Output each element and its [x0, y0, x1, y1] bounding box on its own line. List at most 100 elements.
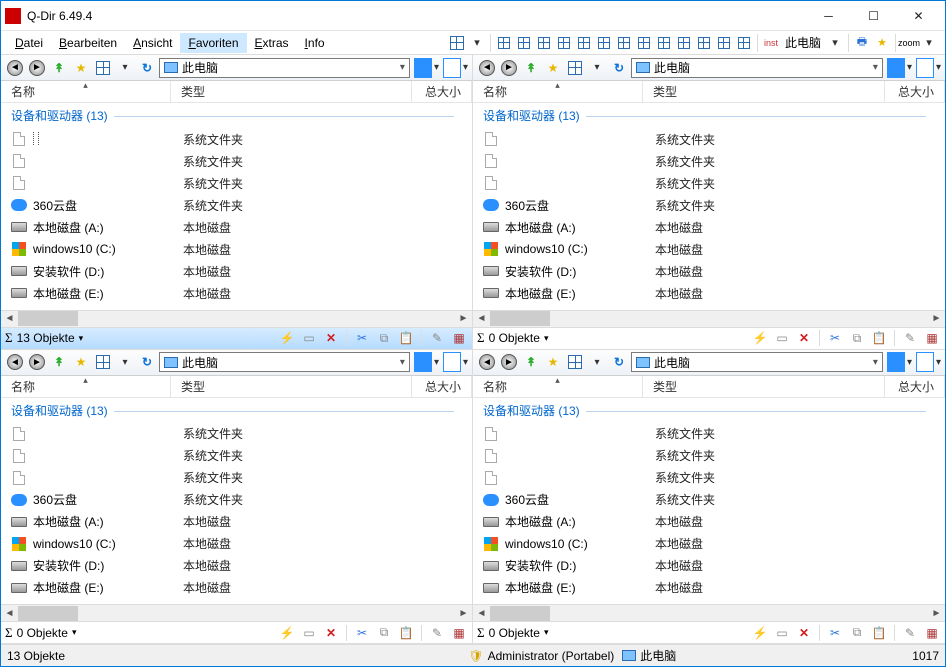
dropdown-icon[interactable]: ▾ [920, 34, 938, 52]
layout-preset-icon[interactable] [595, 34, 613, 52]
file-list[interactable]: 设备和驱动器 (13)系统文件夹系统文件夹系统文件夹360云盘系统文件夹本地磁盘… [473, 398, 945, 605]
list-item[interactable]: 系统文件夹 [1, 423, 472, 445]
dropdown-icon[interactable]: ▾ [463, 62, 468, 73]
dropdown-icon[interactable]: ▾ [72, 627, 77, 638]
scroll-left-icon[interactable]: ◄ [473, 311, 490, 326]
list-item[interactable]: 安装软件 (D:)本地磁盘 [1, 260, 472, 282]
nav-up-button[interactable]: ↟ [521, 58, 541, 78]
file-list[interactable]: 设备和驱动器 (13)系统文件夹系统文件夹系统文件夹360云盘系统文件夹本地磁盘… [1, 398, 472, 605]
col-type[interactable]: 类型 [643, 81, 885, 102]
nav-back-button[interactable]: ◄ [5, 352, 25, 372]
menu-ansicht[interactable]: Ansicht [125, 33, 180, 53]
copy-icon[interactable]: ⧉ [848, 329, 866, 347]
nav-back-button[interactable]: ◄ [477, 58, 497, 78]
scroll-right-icon[interactable]: ► [928, 311, 945, 326]
nav-up-button[interactable]: ↟ [49, 352, 69, 372]
h-scrollbar[interactable]: ◄► [1, 310, 472, 327]
layout-preset-icon[interactable] [535, 34, 553, 52]
copy-icon[interactable]: ⧉ [848, 624, 866, 642]
paste-icon[interactable]: 📋 [870, 624, 888, 642]
view-mode-1[interactable] [412, 58, 432, 78]
favorites-button[interactable]: ★ [543, 352, 563, 372]
grid-icon[interactable]: ▦ [923, 624, 941, 642]
view-mode-1[interactable] [885, 352, 905, 372]
copy-icon[interactable]: ⧉ [375, 624, 393, 642]
address-bar[interactable]: 此电脑▾ [159, 352, 410, 372]
menubar-location[interactable]: 此电脑 [781, 34, 825, 51]
flash-icon[interactable]: ⚡ [278, 624, 296, 642]
scroll-left-icon[interactable]: ◄ [473, 606, 490, 621]
menu-bearbeiten[interactable]: Bearbeiten [51, 33, 125, 53]
list-item[interactable]: 安装软件 (D:)本地磁盘 [1, 555, 472, 577]
chevron-down-icon[interactable]: ▾ [400, 357, 405, 368]
col-type[interactable]: 类型 [643, 376, 885, 397]
list-item[interactable]: 系统文件夹 [473, 423, 945, 445]
maximize-button[interactable]: ☐ [851, 2, 896, 30]
scroll-right-icon[interactable]: ► [928, 606, 945, 621]
view-mode-1[interactable] [412, 352, 432, 372]
address-bar[interactable]: 此电脑▾ [631, 58, 883, 78]
view-dropdown-icon[interactable]: ▾ [587, 352, 607, 372]
group-header[interactable]: 设备和驱动器 (13) [1, 105, 472, 128]
list-item[interactable]: 系统文件夹 [473, 150, 945, 172]
nav-back-button[interactable]: ◄ [477, 352, 497, 372]
zoom-icon[interactable]: zoom [900, 34, 918, 52]
edit-icon[interactable]: ✎ [428, 624, 446, 642]
view-layout-button[interactable] [93, 58, 113, 78]
menu-datei[interactable]: Datei [7, 33, 51, 53]
group-header[interactable]: 设备和驱动器 (13) [473, 400, 945, 423]
list-item[interactable]: windows10 (C:)本地磁盘 [1, 238, 472, 260]
print-icon[interactable]: 🖶 [853, 34, 871, 52]
address-bar[interactable]: 此电脑▾ [159, 58, 410, 78]
nav-up-button[interactable]: ↟ [521, 352, 541, 372]
dropdown-icon[interactable]: ▾ [463, 357, 468, 368]
copy-icon[interactable]: ⧉ [375, 329, 393, 347]
cut-icon[interactable]: ✂ [826, 624, 844, 642]
dropdown-icon[interactable]: ▾ [936, 357, 941, 368]
chevron-down-icon[interactable]: ▾ [873, 357, 878, 368]
col-size[interactable]: 总大小 [412, 376, 472, 397]
view-mode-1[interactable] [885, 58, 905, 78]
folder-icon[interactable]: ▭ [300, 329, 318, 347]
delete-icon[interactable]: ✕ [322, 329, 340, 347]
col-name[interactable]: ▴名称 [473, 376, 643, 397]
group-header[interactable]: 设备和驱动器 (13) [473, 105, 945, 128]
dropdown-icon[interactable]: ▾ [79, 333, 84, 344]
h-scrollbar[interactable]: ◄► [473, 604, 945, 621]
nav-up-button[interactable]: ↟ [49, 58, 69, 78]
favorites-button[interactable]: ★ [71, 58, 91, 78]
layout-preset-icon[interactable] [635, 34, 653, 52]
cut-icon[interactable]: ✂ [353, 329, 371, 347]
minimize-button[interactable]: ─ [806, 2, 851, 30]
list-item[interactable]: 系统文件夹 [1, 445, 472, 467]
col-size[interactable]: 总大小 [885, 376, 945, 397]
view-layout-button[interactable] [93, 352, 113, 372]
refresh-button[interactable]: ↻ [137, 58, 157, 78]
view-mode-2[interactable] [914, 58, 934, 78]
layout-preset-icon[interactable] [695, 34, 713, 52]
address-bar[interactable]: 此电脑▾ [631, 352, 883, 372]
view-dropdown-icon[interactable]: ▾ [115, 352, 135, 372]
dropdown-icon[interactable]: ▾ [434, 357, 439, 368]
view-mode-2[interactable] [441, 352, 461, 372]
flash-icon[interactable]: ⚡ [751, 329, 769, 347]
list-item[interactable]: 系统文件夹 [473, 445, 945, 467]
list-item[interactable]: 系统文件夹 [1, 128, 472, 150]
list-item[interactable]: 安装软件 (D:)本地磁盘 [473, 260, 945, 282]
view-layout-button[interactable] [565, 58, 585, 78]
file-list[interactable]: 设备和驱动器 (13)系统文件夹系统文件夹系统文件夹360云盘系统文件夹本地磁盘… [1, 103, 472, 310]
grid-icon[interactable]: ▦ [450, 624, 468, 642]
cut-icon[interactable]: ✂ [826, 329, 844, 347]
layout-preset-icon[interactable] [735, 34, 753, 52]
edit-icon[interactable]: ✎ [901, 329, 919, 347]
col-name[interactable]: ▴名称 [473, 81, 643, 102]
flash-icon[interactable]: ⚡ [278, 329, 296, 347]
h-scrollbar[interactable]: ◄► [1, 604, 472, 621]
scroll-thumb[interactable] [490, 606, 550, 621]
layout-preset-icon[interactable] [515, 34, 533, 52]
delete-icon[interactable]: ✕ [795, 624, 813, 642]
group-header[interactable]: 设备和驱动器 (13) [1, 400, 472, 423]
list-item[interactable]: 系统文件夹 [1, 467, 472, 489]
inst-icon[interactable]: inst [762, 34, 780, 52]
list-item[interactable]: 360云盘系统文件夹 [1, 489, 472, 511]
